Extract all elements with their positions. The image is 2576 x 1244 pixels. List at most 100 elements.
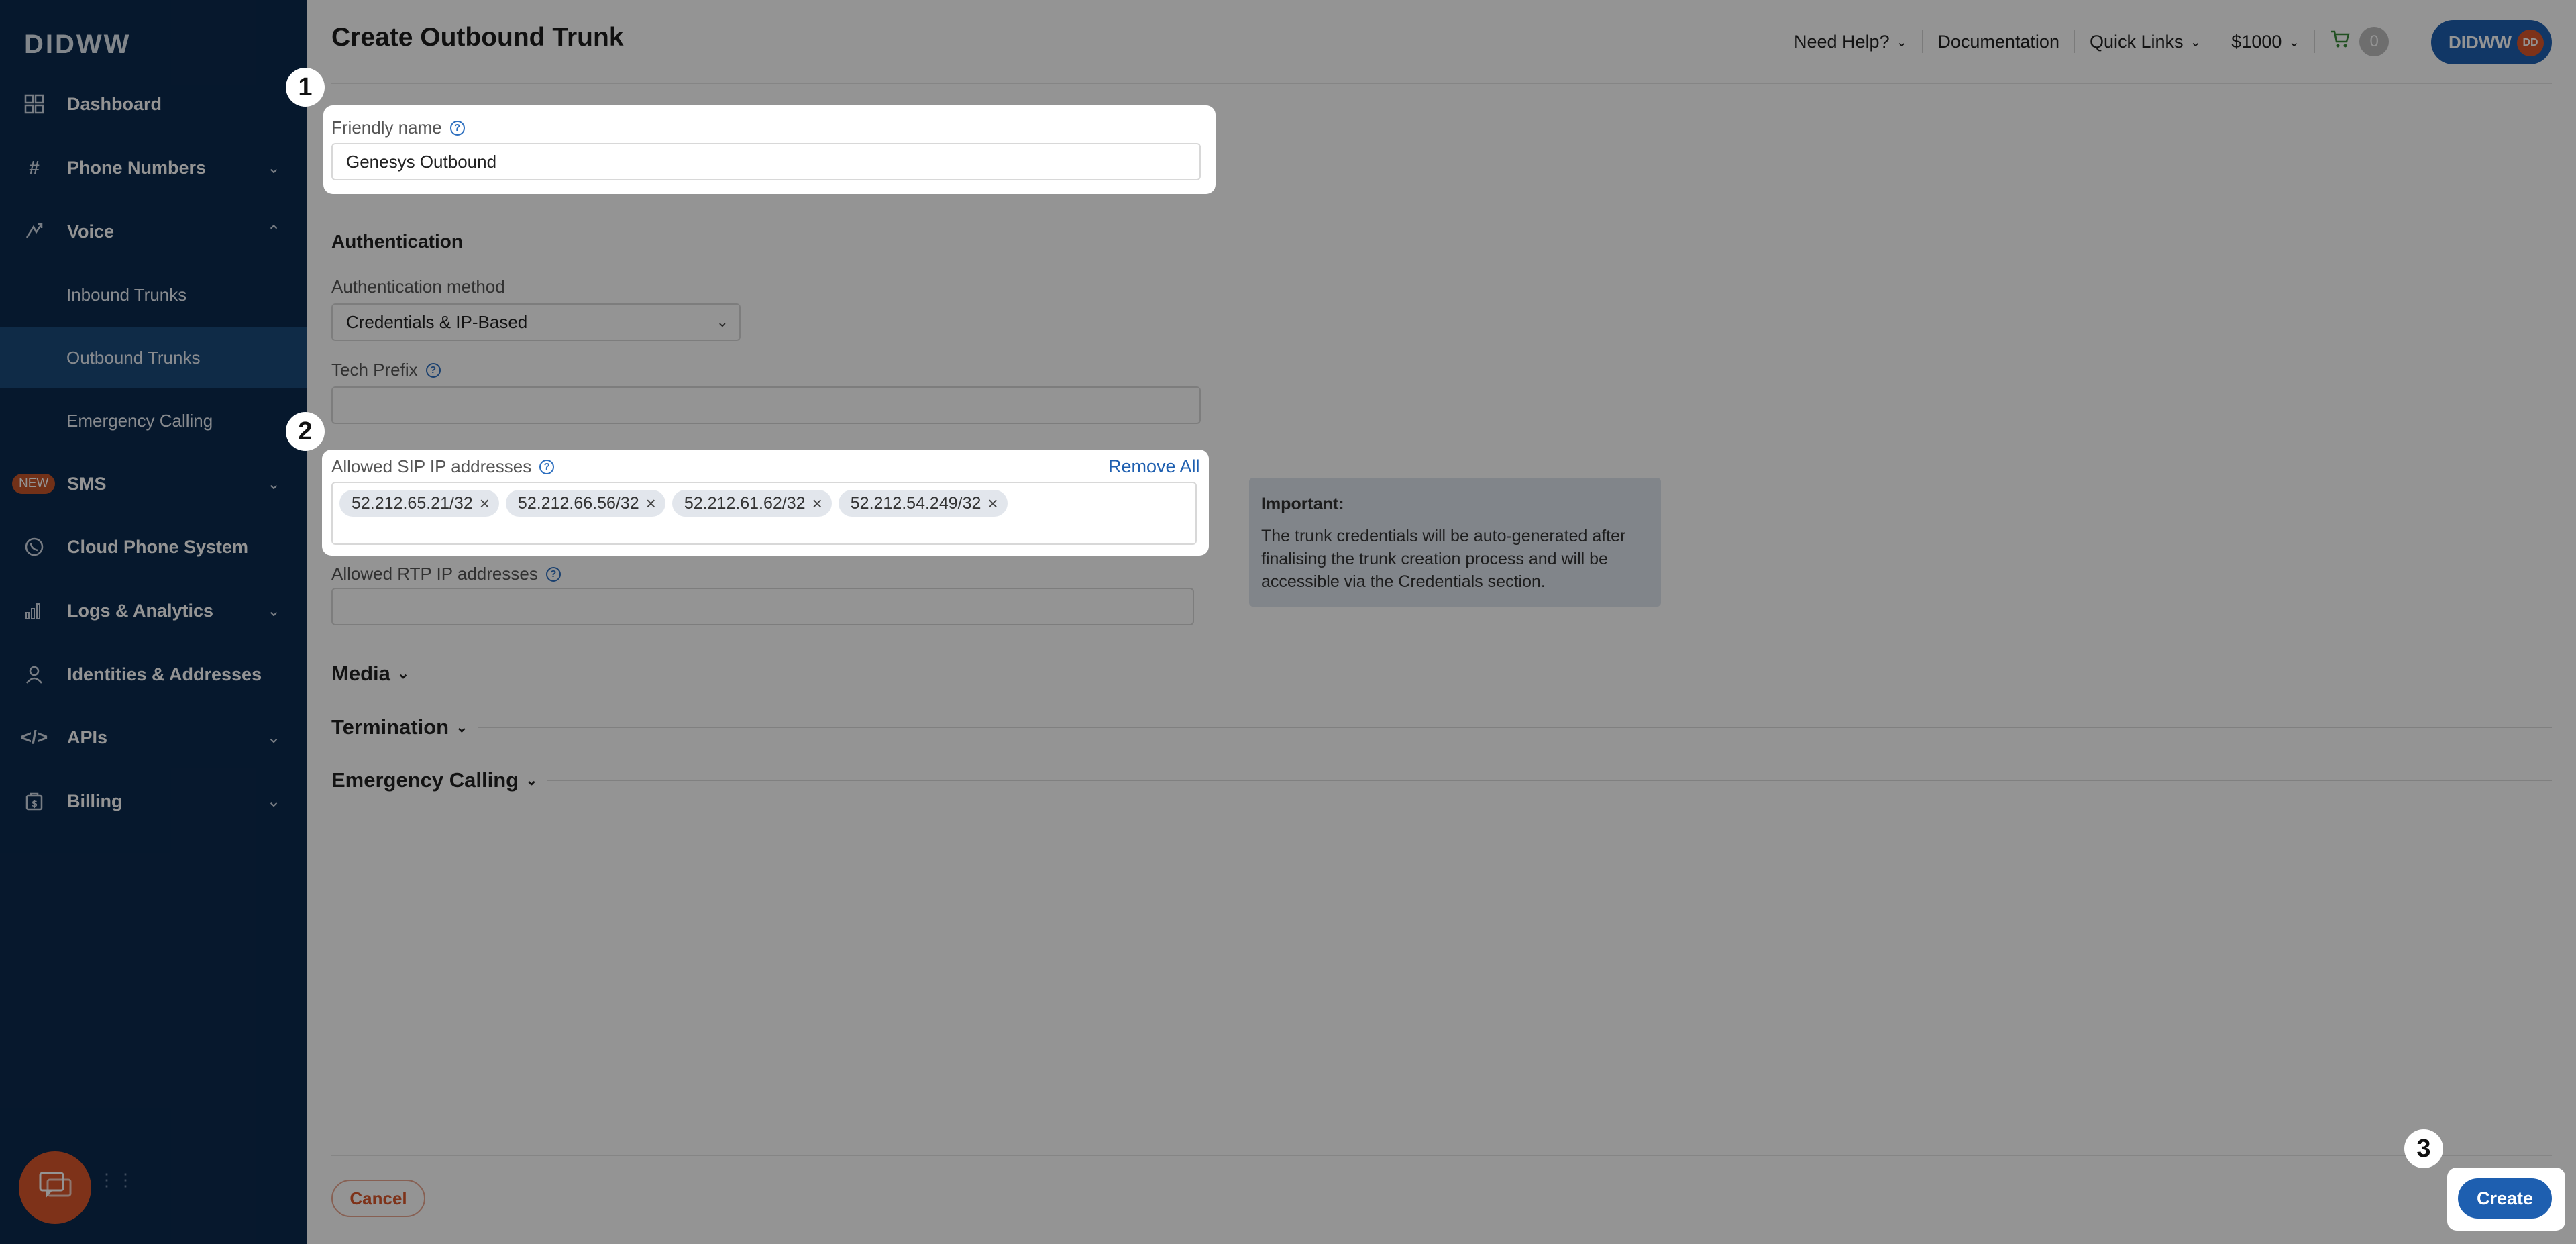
- grid-icon: [23, 93, 46, 115]
- sidebar-item-label: Billing: [67, 790, 123, 811]
- cart-icon: [2330, 30, 2350, 54]
- balance-label: $1000: [2231, 31, 2282, 52]
- sidebar-item-label: Voice: [67, 221, 115, 242]
- chevron-down-icon: ⌄: [267, 601, 281, 620]
- highlight-allowed-sip: Allowed SIP IP addresses ? Remove All 52…: [322, 450, 1209, 556]
- page-title: Create Outbound Trunk: [331, 23, 624, 52]
- sidebar-item-label: SMS: [67, 473, 107, 494]
- avatar: DD: [2517, 30, 2544, 56]
- sidebar-item-outbound-trunks[interactable]: Outbound Trunks: [0, 327, 307, 388]
- allowed-sip-label-text: Allowed SIP IP addresses: [331, 456, 532, 476]
- chevron-down-icon: ⌄: [455, 719, 468, 735]
- chevron-down-icon: ⌄: [267, 792, 281, 811]
- close-icon[interactable]: ×: [812, 493, 822, 514]
- quick-links-label: Quick Links: [2089, 31, 2184, 52]
- documentation-label: Documentation: [1937, 31, 2059, 52]
- friendly-name-value: Genesys Outbound: [346, 151, 497, 172]
- termination-label: Termination: [331, 715, 449, 739]
- title-divider: [331, 83, 2552, 84]
- chevron-down-icon: ⌄: [2288, 34, 2300, 50]
- help-icon[interactable]: ?: [539, 459, 555, 474]
- close-icon[interactable]: ×: [987, 493, 998, 514]
- sidebar-item-label: Inbound Trunks: [66, 284, 187, 305]
- new-badge: NEW: [12, 474, 56, 494]
- sip-ip-chip: 52.212.61.62/32 ×: [672, 490, 832, 517]
- chevron-up-icon: ⌃: [267, 222, 281, 241]
- sidebar-item-identities-addresses[interactable]: Identities & Addresses: [0, 644, 307, 705]
- sidebar-item-voice[interactable]: Voice ⌃: [0, 201, 307, 262]
- top-nav: Need Help? ⌄ Documentation Quick Links ⌄…: [1794, 27, 2390, 56]
- need-help-menu[interactable]: Need Help? ⌄: [1794, 32, 1907, 52]
- step-1-badge: 1: [286, 68, 325, 107]
- close-icon[interactable]: ×: [480, 493, 490, 514]
- info-text: The trunk credentials will be auto-gener…: [1261, 527, 1626, 591]
- sidebar-item-phone-numbers[interactable]: # Phone Numbers ⌄: [0, 138, 307, 198]
- help-icon[interactable]: ?: [449, 120, 465, 136]
- remove-all-link[interactable]: Remove All: [1108, 456, 1200, 477]
- quick-links-menu[interactable]: Quick Links ⌄: [2090, 32, 2201, 52]
- bar-chart-icon: [23, 599, 46, 622]
- tech-prefix-label-text: Tech Prefix: [331, 360, 418, 380]
- sip-ip-tag-input[interactable]: 52.212.65.21/32 × 52.212.66.56/32 × 52.212.6…: [331, 482, 1197, 545]
- chevron-down-icon: ⌄: [267, 474, 281, 493]
- sidebar-item-emergency-calling[interactable]: Emergency Calling: [0, 390, 307, 452]
- emergency-calling-section[interactable]: Emergency Calling ⌄: [331, 767, 2552, 794]
- sidebar-item-label: Phone Numbers: [67, 157, 207, 178]
- code-icon: </>: [20, 727, 48, 747]
- important-info-box: Important: The trunk credentials will be…: [1249, 478, 1661, 607]
- chevron-down-icon: ⌄: [716, 313, 729, 330]
- chevron-down-icon: ⌄: [396, 665, 410, 682]
- balance-menu[interactable]: $1000 ⌄: [2231, 32, 2300, 52]
- didww-logo[interactable]: DIDWW: [24, 30, 131, 60]
- sidebar-item-billing[interactable]: $ Billing ⌄: [0, 771, 307, 831]
- help-icon[interactable]: ?: [425, 362, 441, 378]
- sidebar-item-dashboard[interactable]: Dashboard: [0, 74, 307, 134]
- help-icon[interactable]: ?: [545, 566, 561, 582]
- sidebar-item-inbound-trunks[interactable]: Inbound Trunks: [0, 264, 307, 325]
- friendly-name-label: Friendly name ?: [331, 117, 465, 138]
- sidebar-item-label: Dashboard: [67, 93, 162, 114]
- sip-ip-value: 52.212.65.21/32: [352, 493, 473, 513]
- sip-ip-chip: 52.212.65.21/32 ×: [339, 490, 499, 517]
- close-icon[interactable]: ×: [646, 493, 656, 514]
- info-title: Important:: [1261, 495, 1344, 513]
- cart-button[interactable]: 0: [2330, 27, 2390, 56]
- drag-handle-icon[interactable]: ⋮⋮: [98, 1171, 134, 1198]
- documentation-link[interactable]: Documentation: [1937, 32, 2059, 52]
- svg-text:$: $: [32, 799, 38, 809]
- friendly-name-label-text: Friendly name: [331, 117, 442, 138]
- cancel-button[interactable]: Cancel: [331, 1180, 425, 1217]
- sip-ip-value: 52.212.66.56/32: [517, 493, 639, 513]
- sidebar-item-label: Logs & Analytics: [67, 600, 214, 621]
- auth-method-select[interactable]: Credentials & IP-Based ⌄: [331, 303, 741, 341]
- hash-icon: #: [29, 157, 40, 178]
- sidebar-item-apis[interactable]: </> APIs ⌄: [0, 707, 307, 768]
- tech-prefix-label: Tech Prefix ?: [331, 360, 441, 380]
- chat-icon: [38, 1171, 72, 1205]
- create-button[interactable]: Create: [2458, 1178, 2552, 1219]
- account-label: DIDWW: [2449, 32, 2512, 52]
- media-label: Media: [331, 662, 390, 685]
- sidebar-item-label: Outbound Trunks: [66, 347, 201, 368]
- sidebar-item-sms[interactable]: NEW SMS ⌄: [0, 454, 307, 514]
- allowed-sip-label: Allowed SIP IP addresses ?: [331, 456, 555, 477]
- sidebar: DIDWW Dashboard # Phone Numbers ⌄ Voice …: [0, 0, 307, 1244]
- sip-ip-value: 52.212.54.249/32: [850, 493, 981, 513]
- auth-method-label: Authentication method: [331, 276, 505, 297]
- sidebar-item-cloud-phone-system[interactable]: Cloud Phone System: [0, 517, 307, 577]
- chat-button[interactable]: [19, 1151, 91, 1224]
- tech-prefix-input[interactable]: [331, 386, 1201, 424]
- phone-circle-icon: [23, 535, 46, 558]
- sip-ip-value: 52.212.61.62/32: [684, 493, 806, 513]
- cart-count-badge: 0: [2359, 27, 2390, 56]
- allowed-rtp-input[interactable]: [331, 588, 1194, 625]
- sidebar-item-logs-analytics[interactable]: Logs & Analytics ⌄: [0, 580, 307, 641]
- friendly-name-input[interactable]: Genesys Outbound: [331, 143, 1201, 180]
- account-menu-button[interactable]: DIDWW DD: [2431, 20, 2552, 64]
- media-section[interactable]: Media ⌄: [331, 660, 2552, 687]
- allowed-rtp-label-text: Allowed RTP IP addresses: [331, 564, 538, 584]
- sidebar-item-label: Emergency Calling: [66, 410, 213, 431]
- step-3-badge: 3: [2404, 1129, 2443, 1168]
- highlight-friendly-name: Friendly name ? Genesys Outbound: [323, 105, 1216, 194]
- termination-section[interactable]: Termination ⌄: [331, 714, 2552, 741]
